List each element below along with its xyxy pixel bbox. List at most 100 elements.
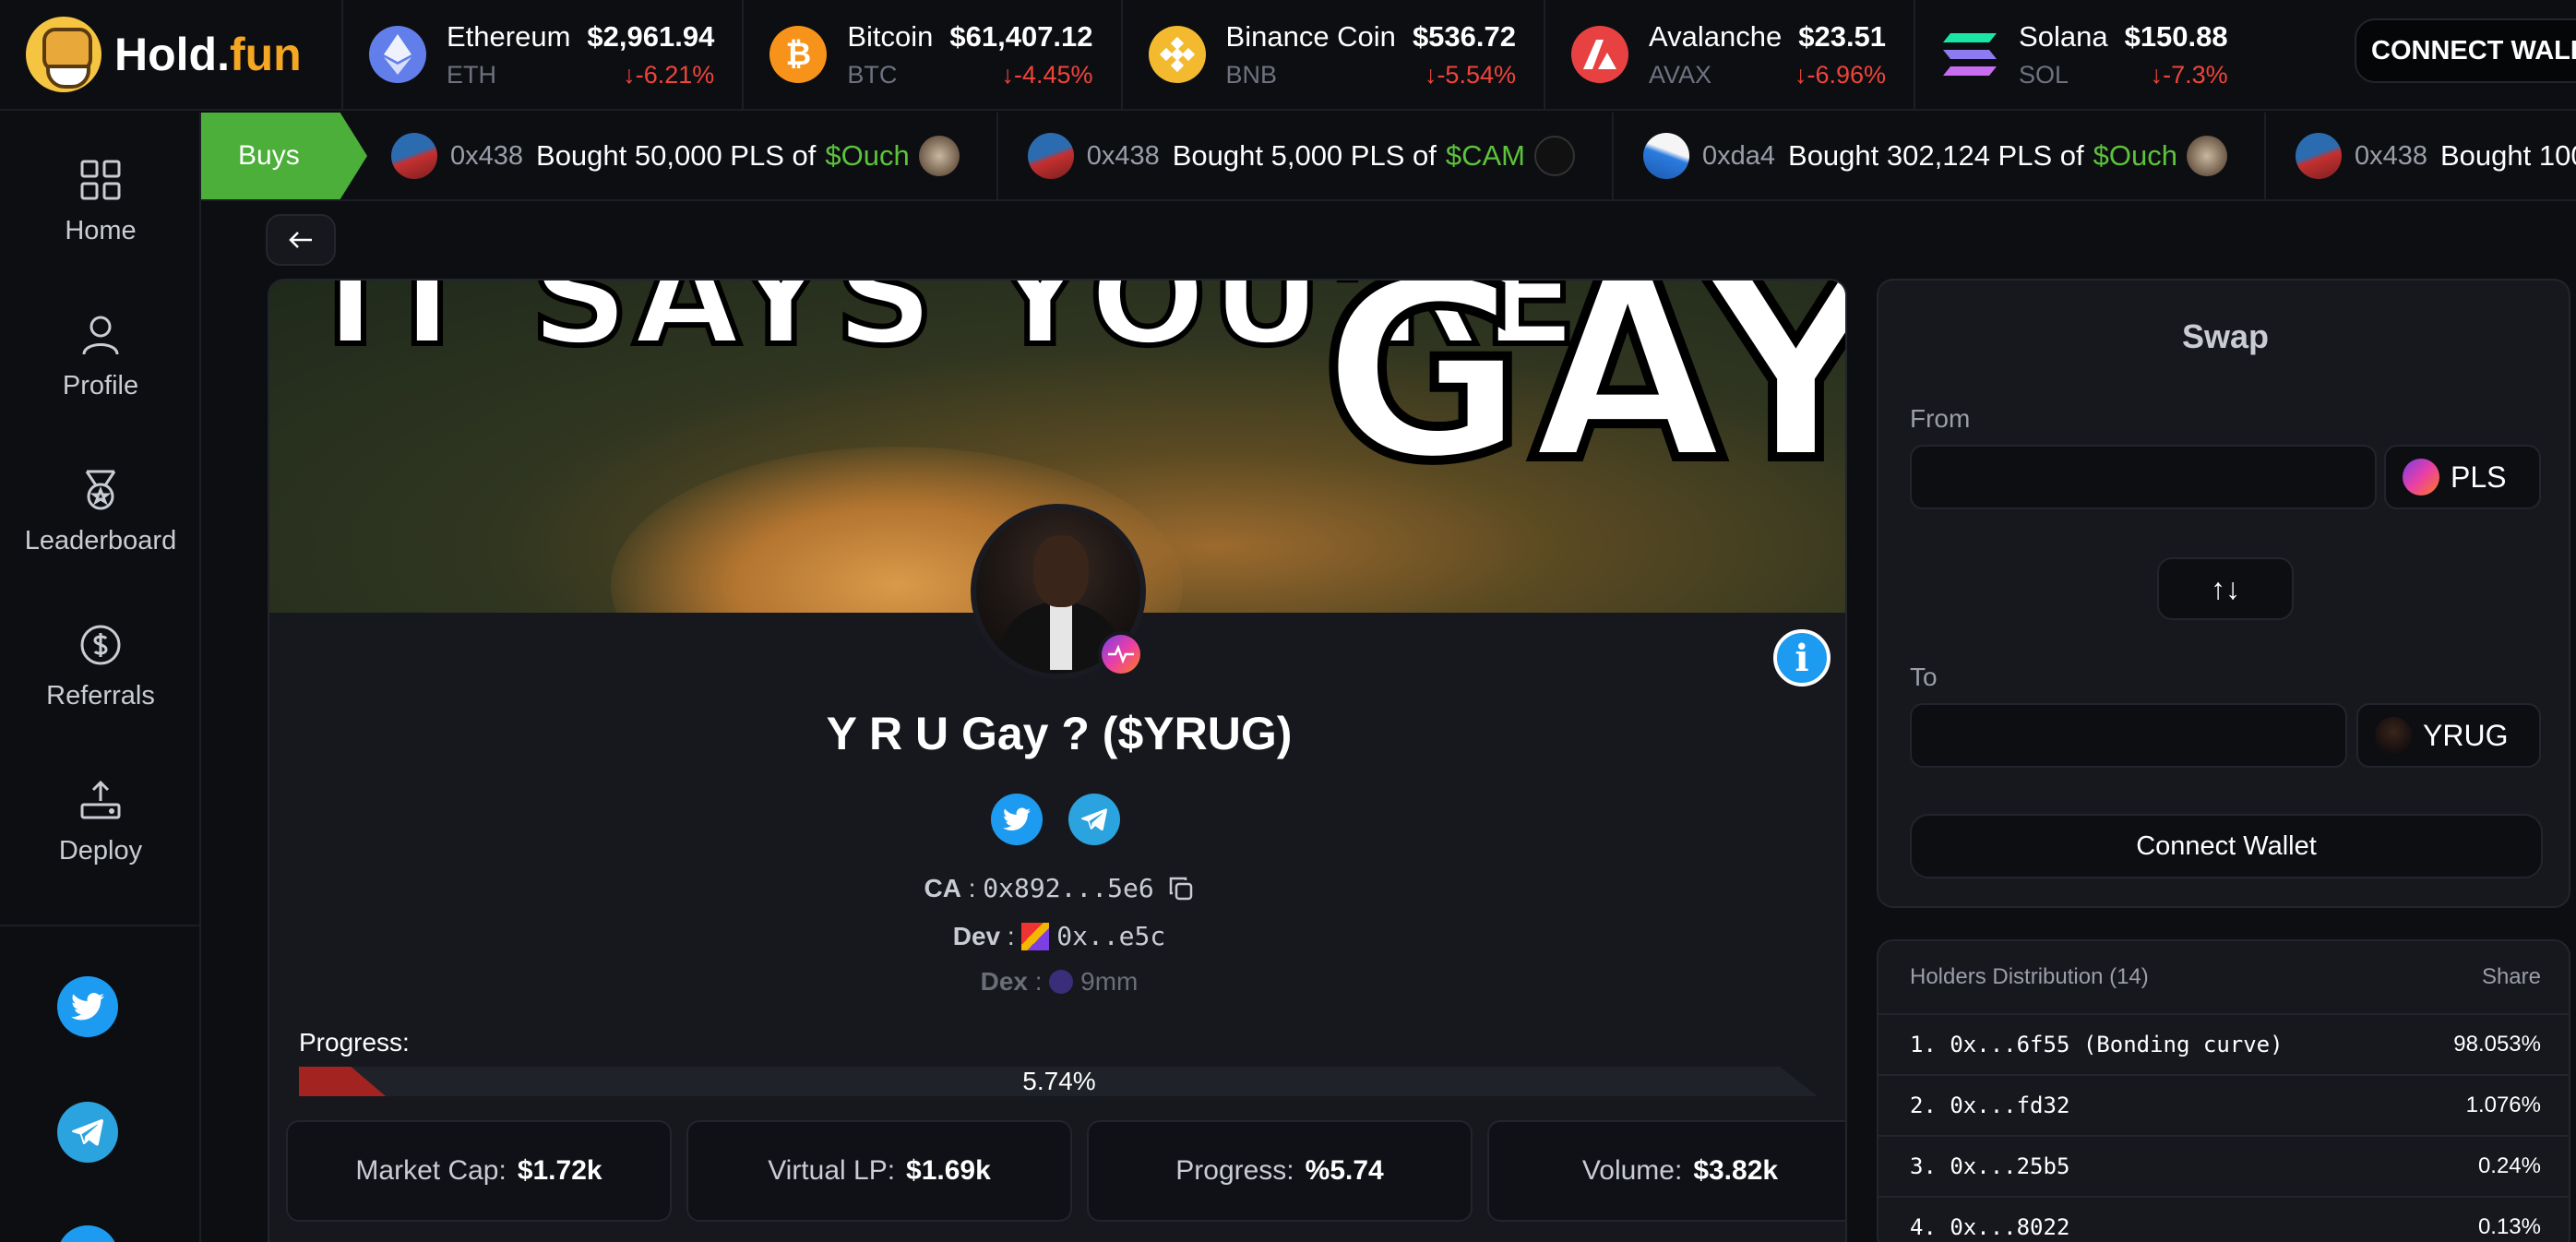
from-amount-input[interactable]: [1910, 445, 2377, 509]
token-telegram-link[interactable]: [1068, 794, 1120, 845]
holders-header: Holders Distribution (14) Share: [1878, 941, 2569, 1015]
ticker-change: ↓-5.54%: [1424, 60, 1516, 89]
holder-share: 1.076%: [2465, 1093, 2541, 1117]
dollar-circle-icon: [78, 622, 124, 668]
info-icon[interactable]: i: [1773, 629, 1831, 687]
trader-avatar: [2295, 133, 2342, 179]
swap-title: Swap: [2181, 317, 2270, 355]
holder-share: 0.24%: [2477, 1153, 2541, 1178]
sidebar-twitter-link[interactable]: [57, 976, 118, 1037]
swap-panel: Swap From PLS ↑↓ To YRUG Connect Wallet: [1877, 279, 2570, 908]
ticker-symbol: ETH: [447, 60, 496, 89]
stat-volume: Volume: $3.82k: [1487, 1120, 1845, 1222]
sidebar-item-home[interactable]: Home: [0, 157, 201, 246]
contract-address-row: CA : 0x892...5e6: [269, 873, 1845, 903]
token-thumbnail: [1534, 136, 1575, 176]
bnb-icon: [1148, 26, 1206, 83]
telegram-icon: [1081, 808, 1107, 830]
sidebar-link-partial[interactable]: [57, 1225, 118, 1242]
token-stats: Market Cap: $1.72k Virtual LP: $1.69k Prog…: [286, 1120, 1845, 1222]
ticker-ethereum[interactable]: Ethereum $2,961.94 ETH ↓-6.21%: [343, 0, 745, 110]
trade-item[interactable]: 0xda4 Bought 302,124 PLS of $Ouch: [1614, 113, 2266, 199]
ticker-name: Avalanche: [1649, 19, 1783, 53]
trader-address: 0x438: [2354, 140, 2427, 171]
trade-item[interactable]: 0x438 Bought 100,000 PLS of: [2266, 113, 2576, 199]
sidebar-item-profile[interactable]: Profile: [0, 312, 201, 401]
fist-logo-icon: [26, 17, 101, 92]
yrug-token-icon: [2375, 717, 2412, 754]
grid-icon: [78, 157, 124, 203]
holder-row[interactable]: 2. 0x...fd32 1.076%: [1878, 1076, 2569, 1137]
sidebar-item-label: Leaderboard: [24, 526, 177, 555]
dex-icon: [1049, 970, 1074, 994]
ticker-name: Bitcoin: [847, 19, 934, 53]
logo[interactable]: Hold.fun: [0, 0, 343, 110]
to-label: To: [1910, 663, 1938, 691]
trader-address: 0x438: [450, 140, 524, 171]
ca-label: CA: [924, 874, 961, 902]
from-token-label: PLS: [2451, 460, 2507, 494]
ticker-name: Binance Coin: [1225, 19, 1396, 53]
token-twitter-link[interactable]: [991, 794, 1043, 845]
stat-progress: Progress: %5.74: [1087, 1120, 1473, 1222]
ticker-price: $23.51: [1798, 19, 1887, 53]
trade-text: Bought 50,000 PLS of: [536, 139, 817, 172]
holder-row[interactable]: 3. 0x...25b5 0.24%: [1878, 1137, 2569, 1198]
trade-item[interactable]: 0x438 Bought 50,000 PLS of $Ouch: [362, 113, 998, 199]
holder-address: 2. 0x...fd32: [1910, 1093, 2070, 1118]
ticker-price: $150.88: [2124, 19, 2228, 53]
from-token-select[interactable]: PLS: [2384, 445, 2541, 509]
telegram-icon: [72, 1118, 103, 1146]
trade-token[interactable]: $Ouch: [2093, 139, 2177, 173]
trader-address: 0x438: [1086, 140, 1160, 171]
top-header: Hold.fun Ethereum $2,961.94 ETH ↓-6.21% ₿ …: [0, 0, 2576, 111]
ticker-name: Ethereum: [447, 19, 571, 53]
trader-avatar: [1643, 133, 1689, 179]
dev-address-row: Dev : 0x..e5c: [952, 921, 1166, 951]
buys-ticker-bar: Buys 0x438 Bought 50,000 PLS of $Ouch 0x…: [201, 113, 2576, 201]
stat-market-cap: Market Cap: $1.72k: [286, 1120, 672, 1222]
copy-icon[interactable]: [1167, 875, 1195, 902]
to-token-select[interactable]: YRUG: [2356, 703, 2541, 768]
ticker-symbol: BNB: [1225, 60, 1278, 89]
trade-token[interactable]: $Ouch: [825, 139, 909, 173]
dex-label: Dex: [980, 967, 1028, 996]
swap-connect-wallet-button[interactable]: Connect Wallet: [1910, 814, 2543, 878]
trade-token[interactable]: $CAM: [1446, 139, 1525, 173]
holder-address: 1. 0x...6f55 (Bonding curve): [1910, 1032, 2284, 1057]
ticker-symbol: BTC: [847, 60, 898, 89]
dex-row: Dex : 9mm: [980, 967, 1139, 996]
trade-item[interactable]: 0x438 Bought 5,000 PLS of $CAM: [998, 113, 1614, 199]
ticker-price: $536.72: [1412, 19, 1516, 53]
sidebar-telegram-link[interactable]: [57, 1102, 118, 1163]
ticker-name: Solana: [2019, 19, 2108, 53]
ticker-bitcoin[interactable]: ₿ Bitcoin $61,407.12 BTC ↓-4.45%: [744, 0, 1123, 110]
holder-share: 0.13%: [2477, 1214, 2541, 1239]
holder-row[interactable]: 4. 0x...8022 0.13%: [1878, 1198, 2569, 1242]
holder-row[interactable]: 1. 0x...6f55 (Bonding curve) 98.053%: [1878, 1015, 2569, 1076]
swap-direction-button[interactable]: ↑↓: [2157, 557, 2294, 620]
token-social-links: [991, 794, 1120, 845]
token-thumbnail: [918, 136, 960, 176]
medal-icon: [78, 467, 124, 513]
sidebar-item-leaderboard[interactable]: Leaderboard: [0, 467, 201, 556]
avalanche-icon: [1571, 26, 1628, 83]
buys-label: Buys: [201, 113, 367, 199]
dex-value: 9mm: [1080, 967, 1139, 996]
connect-wallet-button[interactable]: CONNECT WALLET: [2355, 18, 2576, 83]
sidebar-item-referrals[interactable]: Referrals: [0, 622, 201, 711]
to-amount-input[interactable]: [1910, 703, 2347, 768]
sidebar-item-label: Deploy: [58, 836, 143, 866]
trade-text: Bought 100,000 PLS of: [2439, 139, 2576, 172]
twitter-icon: [1003, 807, 1031, 830]
ticker-bnb[interactable]: Binance Coin $536.72 BNB ↓-5.54%: [1123, 0, 1545, 110]
ticker-avalanche[interactable]: Avalanche $23.51 AVAX ↓-6.96%: [1545, 0, 1916, 110]
dev-value[interactable]: 0x..e5c: [1056, 921, 1165, 951]
sidebar-item-deploy[interactable]: Deploy: [0, 777, 201, 866]
ticker-solana[interactable]: Solana $150.88 SOL ↓-7.3%: [1915, 0, 2256, 110]
ticker-symbol: SOL: [2019, 60, 2069, 89]
trade-text: Bought 302,124 PLS of: [1788, 139, 2084, 172]
sidebar: Home Profile Leaderboard Referrals Deplo…: [0, 113, 201, 1242]
back-button[interactable]: [266, 214, 336, 266]
token-card: IT SAYS YOU'RE GAY i Y R U Gay ? ($YRUG)…: [268, 279, 1847, 1242]
